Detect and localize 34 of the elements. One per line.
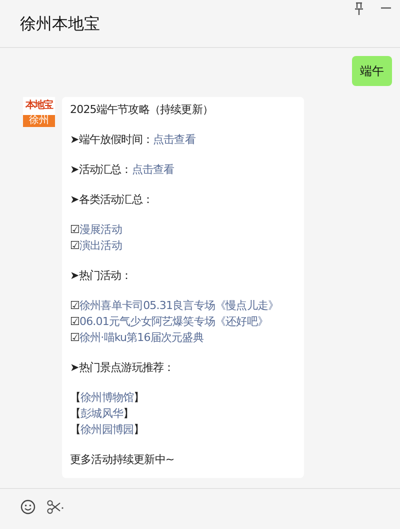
bracket-text: 【: [70, 407, 81, 420]
bracket-text: 】: [134, 423, 144, 436]
scissors-icon[interactable]: [46, 499, 64, 515]
bracket-text: 【: [70, 423, 81, 436]
bracket-text: 【: [70, 391, 81, 404]
link[interactable]: 点击查看: [132, 163, 174, 176]
window-title: 徐州本地宝: [20, 13, 100, 35]
message-text: ➤热门景点游玩推荐：: [70, 361, 174, 374]
checkbox-icon: ☑: [70, 315, 80, 328]
link[interactable]: 徐州博物馆: [80, 391, 134, 404]
sent-message-bubble: 端午: [352, 56, 392, 86]
bracket-text: 】: [123, 407, 134, 420]
message-text: ➤各类活动汇总：: [70, 193, 154, 206]
bracket-text: 】: [134, 391, 144, 404]
checkbox-icon: ☑: [70, 239, 80, 252]
emoji-icon[interactable]: [20, 499, 36, 515]
message-text: ➤热门活动：: [70, 269, 132, 282]
checkbox-icon: ☑: [70, 223, 80, 236]
link[interactable]: 徐州园博园: [80, 423, 134, 436]
link[interactable]: 徐州喜单卡司05.31良言专场《慢点儿走》: [79, 299, 279, 312]
link[interactable]: 点击查看: [153, 133, 196, 146]
avatar: 本地宝 徐州: [23, 97, 55, 127]
link[interactable]: 徐州·喵ku第16届次元盛典: [79, 331, 204, 344]
pin-icon[interactable]: [353, 2, 365, 16]
link[interactable]: 漫展活动: [79, 223, 122, 236]
checkbox-icon: ☑: [70, 331, 80, 344]
message-label: ➤端午放假时间：: [70, 133, 154, 146]
checkbox-icon: ☑: [70, 299, 80, 312]
message-label: ➤活动汇总：: [70, 163, 132, 176]
message-text: 更多活动持续更新中~: [70, 453, 174, 466]
link[interactable]: 06.01元气少女阿艺爆笑专场《还好吧》: [79, 315, 268, 328]
message-text: 2025端午节攻略（持续更新）: [70, 103, 213, 116]
link[interactable]: 演出活动: [79, 239, 122, 252]
link[interactable]: 彭城风华: [80, 407, 124, 420]
